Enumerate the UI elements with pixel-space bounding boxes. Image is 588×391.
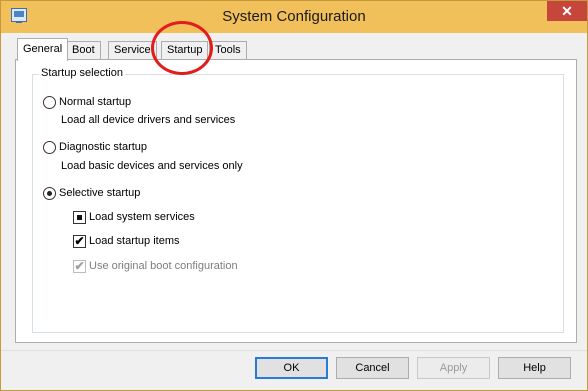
use-original-boot-configuration-label: Use original boot configuration bbox=[89, 260, 238, 272]
general-tab-panel: Startup selection Normal startup Load al… bbox=[15, 59, 577, 343]
selective-startup-label[interactable]: Selective startup bbox=[59, 187, 140, 199]
load-startup-items-checkbox[interactable]: ✔ bbox=[73, 235, 86, 248]
startup-selection-group: Startup selection Normal startup Load al… bbox=[32, 67, 564, 333]
diagnostic-startup-description: Load basic devices and services only bbox=[61, 160, 243, 172]
selective-startup-radio[interactable] bbox=[43, 187, 56, 200]
load-system-services-label[interactable]: Load system services bbox=[89, 211, 195, 223]
ok-button[interactable]: OK bbox=[255, 357, 328, 379]
normal-startup-label[interactable]: Normal startup bbox=[59, 96, 131, 108]
diagnostic-startup-radio[interactable] bbox=[43, 141, 56, 154]
cancel-button[interactable]: Cancel bbox=[336, 357, 409, 379]
load-startup-items-label[interactable]: Load startup items bbox=[89, 235, 180, 247]
startup-selection-legend: Startup selection bbox=[39, 67, 125, 79]
help-button[interactable]: Help bbox=[498, 357, 571, 379]
apply-button: Apply bbox=[417, 357, 490, 379]
button-bar-divider bbox=[1, 350, 587, 351]
title-bar[interactable]: System Configuration ✕ bbox=[1, 1, 587, 33]
window-title: System Configuration bbox=[222, 8, 366, 25]
load-system-services-checkbox[interactable] bbox=[73, 211, 86, 224]
normal-startup-radio[interactable] bbox=[43, 96, 56, 109]
tab-tools[interactable]: Tools bbox=[209, 41, 247, 60]
tab-general[interactable]: General bbox=[17, 38, 69, 61]
system-configuration-window: System Configuration ✕ General Boot Serv… bbox=[0, 0, 588, 391]
close-button[interactable]: ✕ bbox=[547, 1, 587, 21]
tab-startup[interactable]: Startup bbox=[161, 41, 209, 60]
tab-boot[interactable]: Boot bbox=[66, 41, 101, 60]
diagnostic-startup-label[interactable]: Diagnostic startup bbox=[59, 141, 147, 153]
use-original-boot-configuration-checkbox: ✔ bbox=[73, 259, 86, 273]
tab-services[interactable]: Service bbox=[108, 41, 157, 60]
normal-startup-description: Load all device drivers and services bbox=[61, 114, 236, 126]
